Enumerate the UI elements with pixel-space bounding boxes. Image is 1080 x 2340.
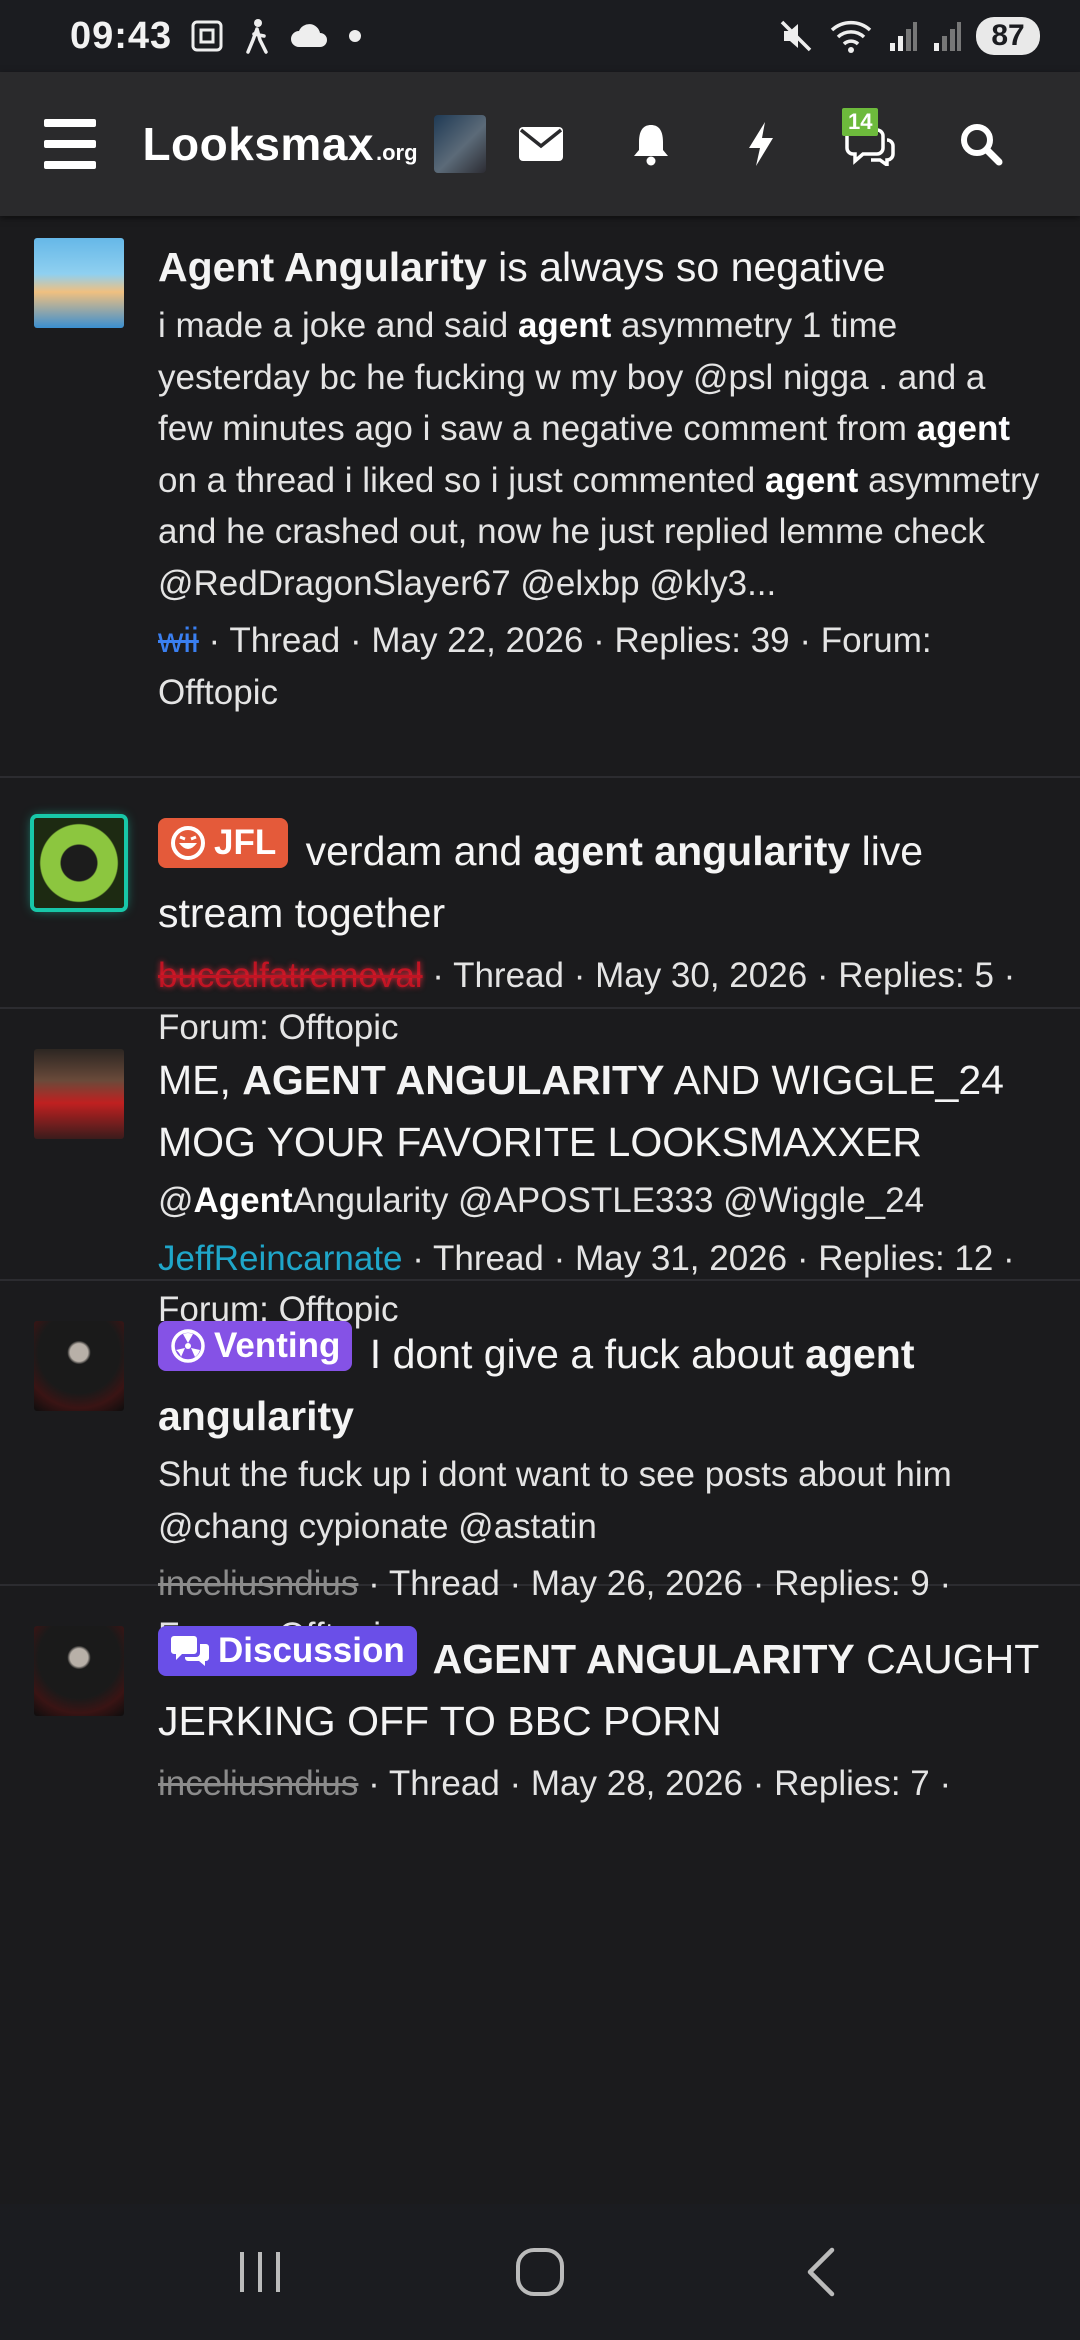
list-item[interactable]: ME, AGENT ANGULARITY AND WIGGLE_24 MOG Y… [0, 1009, 1080, 1329]
dot-icon [349, 30, 362, 42]
list-item[interactable]: Venting I dont give a fuck about agent a… [0, 1281, 1080, 1655]
menu-icon[interactable] [44, 119, 97, 169]
search-button[interactable] [926, 104, 1036, 184]
comments-icon [171, 1636, 209, 1666]
bell-icon [634, 125, 668, 166]
reply-count: Replies: 5 [838, 956, 994, 995]
avatar[interactable] [34, 1626, 124, 1716]
result-title[interactable]: Venting I dont give a fuck about agent a… [158, 1301, 1040, 1447]
mute-icon [780, 20, 812, 52]
prefix-label[interactable]: Venting [158, 1321, 353, 1371]
reply-count: Replies: 7 [774, 1764, 930, 1803]
result-snippet: i made a joke and said agent asymmetry 1… [158, 306, 1040, 603]
list-item[interactable]: Agent Angularity is always so negative i… [0, 216, 1080, 778]
avatar[interactable] [34, 818, 124, 908]
walking-icon [246, 19, 268, 54]
signal-icon [890, 22, 917, 51]
alerts-button[interactable] [596, 104, 706, 184]
list-item[interactable]: Discussion AGENT ANGULARITY CAUGHT JERKI… [0, 1586, 1080, 1886]
author-link[interactable]: inceliusndius [158, 1764, 358, 1803]
bolt-icon [749, 122, 773, 166]
content-type: Thread [229, 621, 341, 660]
result-snippet: @AgentAngularity @APOSTLE333 @Wiggle_24 [158, 1181, 925, 1220]
screenshot-icon [191, 20, 223, 52]
status-bar: 09:43 87 [0, 0, 1080, 72]
prefix-label[interactable]: Discussion [158, 1626, 417, 1676]
result-meta: wii · Thread · May 22, 2026 · Replies: 3… [158, 621, 932, 712]
reply-count: Replies: 12 [818, 1238, 994, 1278]
avatar[interactable] [34, 1321, 124, 1411]
search-icon [961, 124, 1003, 166]
post-date: May 22, 2026 [371, 621, 584, 660]
prefix-label-text: Venting [214, 1326, 341, 1365]
logo-suffix: .org [375, 140, 418, 165]
result-meta: inceliusndius · Thread · May 28, 2026 · … [158, 1764, 952, 1803]
user-avatar[interactable] [433, 115, 486, 173]
whats-new-button[interactable] [706, 104, 816, 184]
result-title[interactable]: Discussion AGENT ANGULARITY CAUGHT JERKI… [158, 1606, 1040, 1752]
title-text: is always so negative [486, 244, 886, 290]
home-button[interactable] [480, 2232, 600, 2312]
wifi-icon [830, 20, 872, 53]
post-date: May 30, 2026 [595, 956, 808, 995]
prefix-label-text: Discussion [218, 1631, 405, 1670]
system-nav-bar [0, 2204, 1080, 2340]
content-type: Thread [453, 956, 564, 995]
reply-count: Replies: 39 [614, 621, 790, 660]
inbox-button[interactable] [486, 104, 596, 184]
conversations-button[interactable]: 14 [816, 104, 926, 184]
result-title[interactable]: Agent Angularity is always so negative [158, 236, 1040, 298]
result-snippet: Shut the fuck up i dont want to see post… [158, 1455, 952, 1546]
cloud-icon [291, 24, 328, 47]
signal-icon [934, 22, 961, 51]
envelope-icon [519, 127, 563, 161]
list-item[interactable]: JFL verdam and agent angularity live str… [0, 778, 1080, 1047]
prefix-label[interactable]: JFL [158, 818, 289, 868]
prefix-label-text: JFL [214, 823, 277, 862]
radiation-icon [171, 1329, 205, 1363]
post-date: May 31, 2026 [575, 1238, 788, 1278]
content-type: Thread [433, 1238, 544, 1278]
result-title[interactable]: JFL verdam and agent angularity live str… [158, 798, 1040, 944]
status-time: 09:43 [70, 14, 173, 57]
home-icon [516, 2248, 564, 2296]
author-link[interactable]: buccalfatremoval [158, 956, 423, 995]
search-results: Agent Angularity is always so negative i… [0, 216, 1080, 2216]
author-link[interactable]: JeffReincarnate [158, 1239, 403, 1278]
logo-text: Looksmax [142, 118, 374, 170]
laughing-face-icon [171, 826, 205, 860]
author-link[interactable]: wii [158, 621, 199, 660]
title-highlight: Agent Angularity [158, 244, 487, 290]
back-icon [807, 2247, 835, 2297]
avatar[interactable] [34, 1049, 124, 1139]
conversations-badge: 14 [842, 108, 879, 136]
back-button[interactable] [760, 2232, 880, 2312]
site-logo[interactable]: Looksmax .org [142, 117, 417, 171]
result-title[interactable]: ME, AGENT ANGULARITY AND WIGGLE_24 MOG Y… [158, 1029, 1040, 1173]
recent-apps-icon [240, 2252, 280, 2292]
battery-level: 87 [976, 17, 1040, 55]
post-date: May 28, 2026 [530, 1764, 743, 1803]
recent-apps-button[interactable] [200, 2232, 320, 2312]
avatar[interactable] [34, 238, 124, 328]
content-type: Thread [388, 1764, 500, 1803]
app-header: Looksmax .org 14 [0, 72, 1080, 216]
